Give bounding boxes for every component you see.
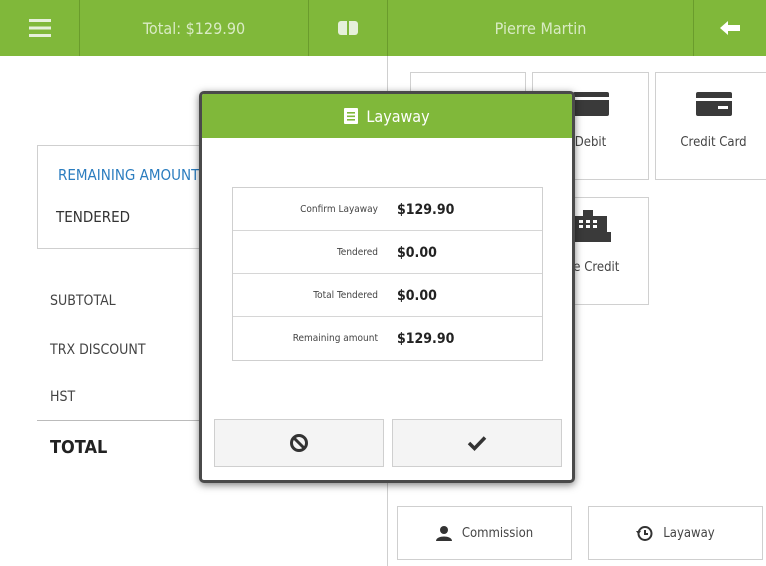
arrow-left-icon [720,20,740,36]
credit-card-label: Credit Card [680,135,747,150]
row-value: $129.90 [397,201,455,218]
remaining-amount-label: REMAINING AMOUNT [58,166,200,184]
receipt-icon [344,108,359,124]
top-bar: Total: $129.90 Pierre Martin [0,0,766,56]
row-value: $129.90 [397,330,455,347]
row-value: $0.00 [397,244,437,261]
credit-card-icon [696,92,732,116]
card-icon [338,20,358,36]
layaway-button[interactable]: Layaway [588,506,763,560]
layaway-dialog: Layaway Confirm Layaway $129.90 Tendered… [199,91,575,483]
checkmark-icon [467,435,487,451]
dialog-header: Layaway [202,94,572,138]
confirm-button[interactable] [392,419,562,467]
menu-button[interactable] [0,0,80,56]
subtotal-label: SUBTOTAL [50,293,116,309]
row-label: Remaining amount [292,333,378,344]
card-button[interactable] [309,0,388,56]
cancel-button[interactable] [214,419,384,467]
tendered-label: TENDERED [56,208,131,226]
ban-icon [289,433,309,453]
row-label: Tendered [336,247,378,258]
table-row: Confirm Layaway $129.90 [233,188,542,231]
cash-register-icon [571,210,611,242]
back-button[interactable] [694,0,766,56]
row-value: $0.00 [397,287,437,304]
row-label: Total Tendered [313,290,378,301]
table-row: Tendered $0.00 [233,231,542,274]
table-row: Total Tendered $0.00 [233,274,542,317]
row-label: Confirm Layaway [300,204,378,215]
header-total: Total: $129.90 [80,0,309,56]
commission-label: Commission [461,525,534,541]
customer-name[interactable]: Pierre Martin [388,0,694,56]
history-icon [636,525,653,542]
payment-tile-credit-card[interactable]: Credit Card [655,72,766,180]
commission-button[interactable]: Commission [397,506,572,560]
table-row: Remaining amount $129.90 [233,317,542,360]
user-icon [435,525,452,541]
trx-discount-label: TRX DISCOUNT [50,342,146,358]
layaway-summary-table: Confirm Layaway $129.90 Tendered $0.00 T… [232,187,543,361]
layaway-label: Layaway [663,525,715,541]
dialog-title: Layaway [366,106,430,126]
card-icon [573,92,609,116]
hamburger-menu-icon [28,19,51,37]
hst-label: HST [50,389,76,405]
total-label: TOTAL [50,437,108,458]
